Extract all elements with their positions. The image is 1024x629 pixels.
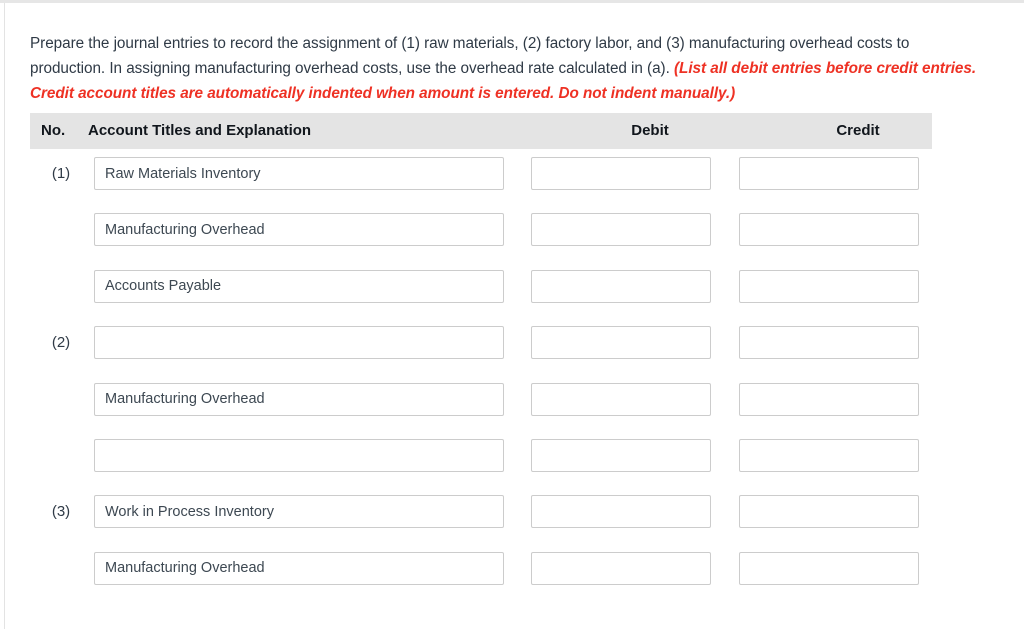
credit-amount-input[interactable] bbox=[739, 326, 919, 360]
row-number-label: (3) bbox=[51, 503, 71, 521]
row-number-label bbox=[38, 270, 84, 304]
account-title-input[interactable] bbox=[94, 326, 504, 360]
column-header-credit: Credit bbox=[836, 122, 880, 139]
table-row: (1) bbox=[30, 157, 932, 191]
journal-entry-exercise: Prepare the journal entries to record th… bbox=[0, 0, 1024, 629]
credit-amount-input[interactable] bbox=[739, 382, 919, 416]
credit-amount-input[interactable] bbox=[739, 551, 919, 585]
row-number-label bbox=[38, 383, 84, 417]
debit-amount-input[interactable] bbox=[531, 157, 711, 190]
question-prompt: Prepare the journal entries to record th… bbox=[30, 31, 982, 106]
debit-amount-input[interactable] bbox=[531, 269, 711, 303]
column-header-no: No. bbox=[41, 122, 66, 139]
account-title-input[interactable] bbox=[94, 269, 504, 303]
credit-amount-input[interactable] bbox=[739, 157, 919, 190]
account-title-input[interactable] bbox=[94, 382, 504, 416]
table-header-row: No. Account Titles and Explanation Debit… bbox=[30, 113, 932, 149]
table-row: (3) bbox=[30, 495, 932, 529]
column-header-account: Account Titles and Explanation bbox=[88, 122, 312, 139]
table-row: (2) bbox=[30, 326, 932, 360]
debit-amount-input[interactable] bbox=[531, 213, 711, 247]
row-number-label bbox=[38, 439, 84, 473]
table-row bbox=[30, 213, 932, 247]
account-title-input[interactable] bbox=[94, 213, 504, 247]
debit-amount-input[interactable] bbox=[531, 326, 711, 360]
account-title-input[interactable] bbox=[94, 551, 504, 585]
account-title-input[interactable] bbox=[94, 439, 504, 472]
table-row bbox=[30, 551, 932, 586]
row-number-label bbox=[38, 213, 84, 247]
row-number-label: (1) bbox=[51, 165, 71, 182]
table-body: (1) (2) (3) bbox=[30, 149, 932, 594]
credit-amount-input[interactable] bbox=[739, 495, 919, 529]
account-title-input[interactable] bbox=[94, 157, 504, 190]
debit-amount-input[interactable] bbox=[531, 382, 711, 416]
debit-amount-input[interactable] bbox=[531, 495, 711, 529]
debit-amount-input[interactable] bbox=[531, 439, 711, 472]
account-title-input[interactable] bbox=[94, 495, 504, 529]
credit-amount-input[interactable] bbox=[739, 269, 919, 303]
credit-amount-input[interactable] bbox=[739, 439, 919, 472]
journal-entry-table: No. Account Titles and Explanation Debit… bbox=[30, 113, 932, 594]
column-header-debit: Debit bbox=[631, 122, 669, 139]
row-number-label: (2) bbox=[51, 334, 71, 352]
debit-amount-input[interactable] bbox=[531, 551, 711, 585]
credit-amount-input[interactable] bbox=[739, 213, 919, 247]
table-row bbox=[30, 269, 932, 304]
table-row bbox=[30, 439, 932, 473]
table-row bbox=[30, 382, 932, 417]
row-number-label bbox=[38, 552, 84, 586]
